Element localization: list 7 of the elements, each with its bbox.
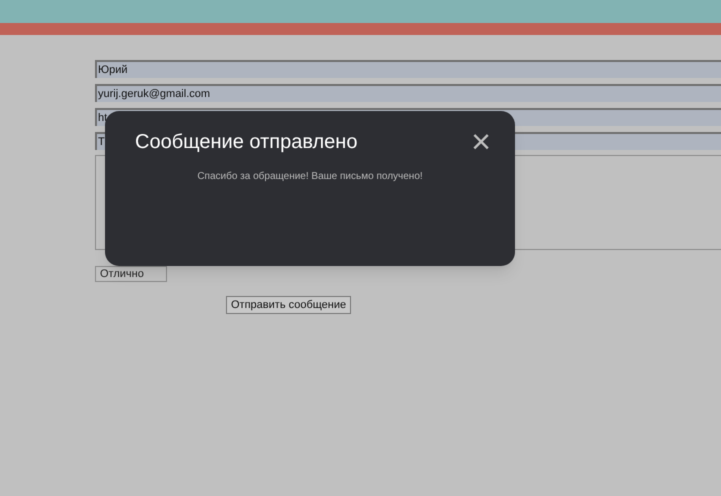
input-field[interactable]: Юрий <box>95 60 721 78</box>
dialog-message: Спасибо за обращение! Ваше письмо получено! <box>197 170 423 184</box>
dialog-title: Сообщение отправлено <box>135 130 358 155</box>
rating-select[interactable]: Отлично <box>95 266 167 282</box>
input-field[interactable]: yurij.geruk@gmail.com <box>95 84 721 102</box>
submit-button[interactable]: Отправить сообщение <box>226 296 352 314</box>
close-button[interactable]: × <box>471 128 491 156</box>
